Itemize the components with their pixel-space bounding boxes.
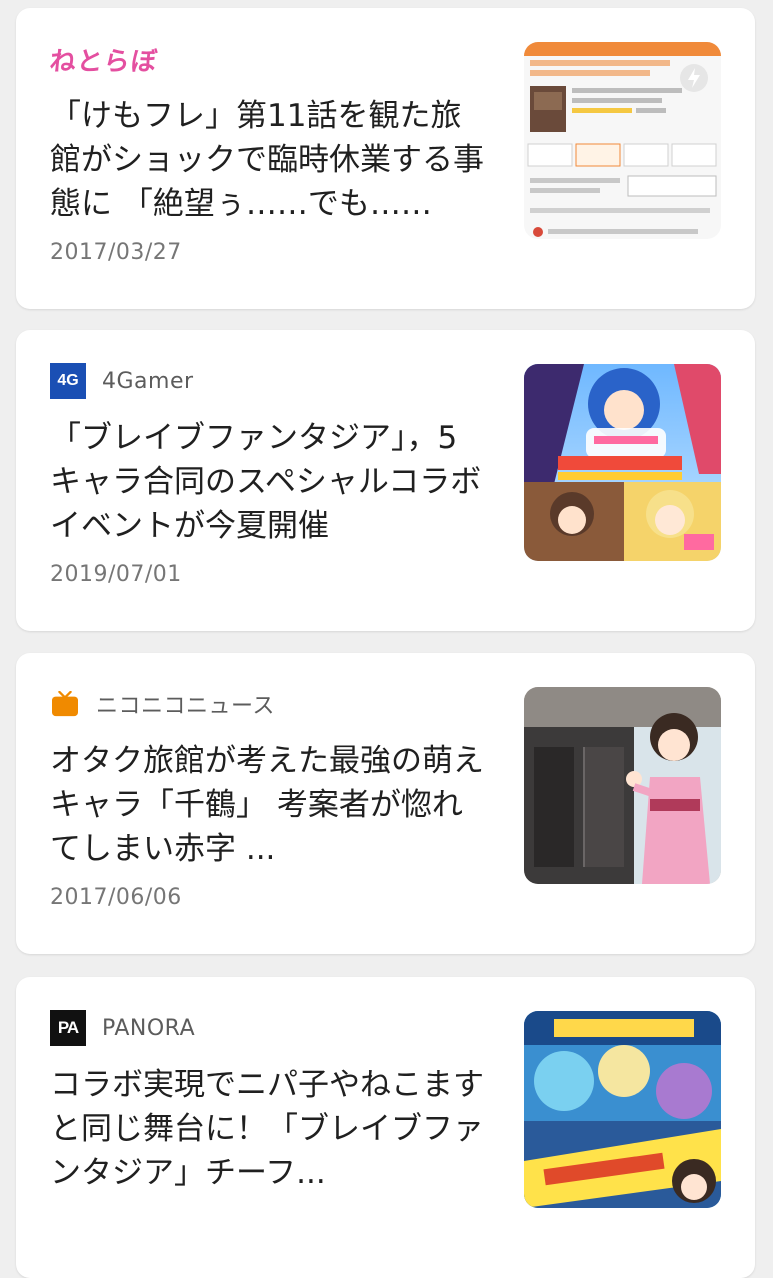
source-name: ニコニコニュース — [96, 694, 275, 719]
article-card-3[interactable]: ニコニコニュース オタク旅館が考えた最強の萌えキャラ「千鶴」 考案者が惚れてしま… — [16, 653, 755, 954]
article-date: 2017/06/06 — [50, 885, 182, 910]
article-source: ニコニコニュース — [50, 686, 275, 722]
article-thumbnail[interactable] — [524, 687, 721, 884]
article-date: 2019/07/01 — [50, 562, 182, 587]
article-source: ねとらぼ — [48, 41, 160, 77]
article-headline[interactable]: コラボ実現でニパ子やねこますと同じ舞台に！「ブレイブファンタジア」チーフ... — [50, 1063, 486, 1195]
anime-collab-art-icon — [524, 364, 721, 561]
article-thumbnail[interactable] — [524, 1011, 721, 1208]
panora-logo-icon: PA — [50, 1010, 86, 1046]
article-card-2[interactable]: 4G 4Gamer 「ブレイブファンタジア」，5キャラ合同のスペシャルコラボイベ… — [16, 330, 755, 631]
article-card-1[interactable]: ねとらぼ 「けもフレ」第11話を観た旅館がショックで臨時休業する事態に 「絶望ぅ… — [16, 8, 755, 309]
niconico-tv-icon — [52, 691, 78, 717]
netorabo-logo: ねとらぼ — [48, 46, 160, 77]
article-thumbnail[interactable] — [524, 364, 721, 561]
article-headline[interactable]: 「けもフレ」第11話を観た旅館がショックで臨時休業する事態に 「絶望ぅ……でも…… — [50, 94, 486, 226]
article-source: 4G 4Gamer — [50, 363, 194, 399]
article-date: 2017/03/27 — [50, 240, 182, 265]
source-name: 4Gamer — [102, 368, 194, 394]
article-headline[interactable]: オタク旅館が考えた最強の萌えキャラ「千鶴」 考案者が惚れてしまい赤字 ... — [50, 739, 486, 871]
article-source: PA PANORA — [50, 1010, 195, 1046]
4gamer-logo-icon: 4G — [50, 363, 86, 399]
hotel-page-screenshot-icon — [524, 42, 721, 239]
article-card-4[interactable]: PA PANORA コラボ実現でニパ子やねこますと同じ舞台に！「ブレイブファンタ… — [16, 977, 755, 1278]
kimono-character-art-icon — [524, 687, 721, 884]
source-name: PANORA — [102, 1015, 196, 1041]
article-thumbnail[interactable] — [524, 42, 721, 239]
article-headline[interactable]: 「ブレイブファンタジア」，5キャラ合同のスペシャルコラボイベントが今夏開催 — [50, 416, 486, 548]
game-banner-art-icon — [524, 1011, 721, 1208]
